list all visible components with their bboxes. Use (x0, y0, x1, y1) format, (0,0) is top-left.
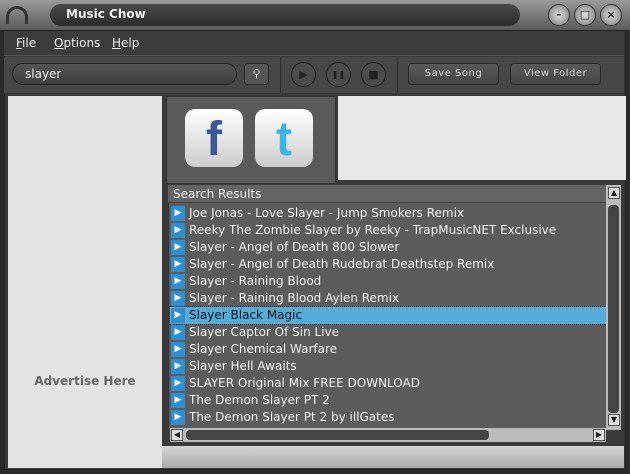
scroll-down-icon[interactable]: ▼ (608, 414, 620, 426)
song-title: The Demon Slayer Pt 2 by illGates (189, 410, 395, 424)
search-button[interactable]: ⚲ (244, 63, 269, 85)
list-item[interactable]: ▶ Joe Jonas - Love Slayer - Jump Smokers … (170, 205, 606, 222)
play-icon[interactable]: ▶ (171, 274, 185, 289)
stop-button[interactable]: ■ (361, 62, 386, 87)
advertisement[interactable]: Advertise Here (8, 96, 162, 468)
play-icon[interactable]: ▶ (171, 410, 185, 425)
headphones-icon (6, 6, 28, 24)
play-icon[interactable]: ▶ (171, 291, 185, 306)
list-item[interactable]: ▶ Slayer Black Magic (169, 306, 607, 325)
minimize-button[interactable]: – (548, 4, 570, 26)
play-icon[interactable]: ▶ (171, 342, 185, 357)
list-item[interactable]: ▶ The Demon Slayer Pt 2 by illGates (170, 409, 606, 426)
results-header: Search Results (168, 185, 606, 203)
song-title: Slayer - Raining Blood (189, 274, 322, 288)
pause-button[interactable]: ❚❚ (326, 62, 351, 87)
song-title: Slayer Black Magic (189, 308, 303, 322)
song-title: Joe Jonas - Love Slayer - Jump Smokers R… (189, 206, 465, 220)
save-song-button[interactable]: Save Song (408, 63, 499, 85)
menu-bar: File Options Help (4, 31, 624, 56)
list-item[interactable]: ▶ Reeky The Zombie Slayer by Reeky - Trap… (170, 222, 606, 239)
song-title: Slayer - Raining Blood Aylen Remix (189, 291, 400, 305)
list-item[interactable]: ▶ Slayer - Raining Blood Aylen Remix (170, 290, 606, 307)
divider (397, 57, 398, 93)
scroll-left-icon[interactable]: ◀ (171, 429, 183, 441)
list-item[interactable]: ▶ Slayer Chemical Warfare (170, 341, 606, 358)
list-item[interactable]: ▶ Slayer - Angel of Death 800 Slower (170, 239, 606, 256)
scroll-right-icon[interactable]: ▶ (593, 429, 605, 441)
divider (280, 57, 281, 93)
blank-panel (338, 96, 626, 180)
list-item[interactable]: ▶ SLAYER Original Mix FREE DOWNLOAD (170, 375, 606, 392)
list-item[interactable]: ▶ Slayer - Raining Blood (170, 273, 606, 290)
play-icon[interactable]: ▶ (171, 393, 185, 408)
vertical-scroll-thumb[interactable] (608, 205, 619, 413)
search-icon: ⚲ (252, 67, 261, 80)
play-icon[interactable]: ▶ (171, 325, 185, 340)
close-button[interactable]: × (600, 4, 622, 26)
status-bar (162, 446, 624, 468)
song-title: SLAYER Original Mix FREE DOWNLOAD (189, 376, 420, 390)
ad-text: Advertise Here (34, 374, 136, 388)
twitter-icon[interactable]: t (255, 109, 313, 167)
song-title: Slayer - Angel of Death Rudebrat Deathst… (189, 257, 495, 271)
play-icon[interactable]: ▶ (171, 359, 185, 374)
horizontal-scroll-thumb[interactable] (186, 430, 489, 440)
menu-file[interactable]: File (16, 36, 36, 50)
list-item[interactable]: ▶ Slayer Hell Awaits (170, 358, 606, 375)
play-icon[interactable]: ▶ (171, 206, 185, 221)
play-icon[interactable]: ▶ (171, 308, 185, 323)
list-item[interactable]: ▶ Slayer - Angel of Death Rudebrat Deaths… (170, 256, 606, 273)
list-item[interactable]: ▶ Slayer Captor Of Sin Live (170, 324, 606, 341)
window-title: Music Chow (50, 4, 520, 26)
view-folder-button[interactable]: View Folder (510, 63, 601, 85)
play-button[interactable]: ▶ (291, 62, 316, 87)
social-panel: f t (166, 96, 336, 184)
menu-help[interactable]: Help (112, 36, 139, 50)
play-icon[interactable]: ▶ (171, 223, 185, 238)
menu-options[interactable]: Options (54, 36, 100, 50)
play-icon[interactable]: ▶ (171, 257, 185, 272)
song-title: Slayer Chemical Warfare (189, 342, 338, 356)
title-bar[interactable]: Music Chow – □ × (0, 0, 630, 30)
scroll-up-icon[interactable]: ▲ (608, 187, 620, 199)
song-title: The Demon Slayer PT 2 (189, 393, 330, 407)
song-title: Reeky The Zombie Slayer by Reeky - TrapM… (189, 223, 557, 237)
maximize-button[interactable]: □ (574, 4, 596, 26)
list-item[interactable]: ▶ The Demon Slayer PT 2 (170, 392, 606, 409)
facebook-icon[interactable]: f (185, 109, 243, 167)
search-input[interactable]: slayer (12, 63, 237, 85)
play-icon[interactable]: ▶ (171, 240, 185, 255)
song-title: Slayer - Angel of Death 800 Slower (189, 240, 400, 254)
play-icon[interactable]: ▶ (171, 376, 185, 391)
song-title: Slayer Hell Awaits (189, 359, 297, 373)
song-title: Slayer Captor Of Sin Live (189, 325, 340, 339)
